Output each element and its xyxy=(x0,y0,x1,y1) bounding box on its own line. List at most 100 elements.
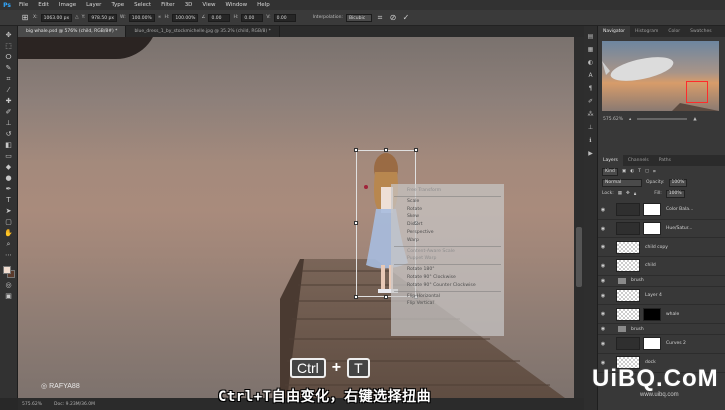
visibility-eye-icon[interactable]: ◉ xyxy=(598,226,608,232)
lock-pixels-icon[interactable]: ▦ xyxy=(618,191,622,196)
info-panel-icon[interactable]: ℹ xyxy=(586,136,595,145)
reference-point-icon[interactable]: ⊞ xyxy=(20,13,30,23)
zoom-readout[interactable]: 575.62% xyxy=(22,402,42,407)
visibility-eye-icon[interactable]: ◉ xyxy=(598,326,608,332)
layer-mask-thumbnail[interactable] xyxy=(643,222,661,236)
delta-icon[interactable]: △ xyxy=(75,15,78,20)
context-menu-item[interactable]: Skew xyxy=(391,213,504,221)
tab-histogram[interactable]: Histogram xyxy=(630,26,663,37)
context-menu-item[interactable]: Flip Vertical xyxy=(391,300,504,308)
hand-tool-icon[interactable]: ✋ xyxy=(3,228,15,238)
paragraph-panel-icon[interactable]: ¶ xyxy=(586,84,595,93)
eyedropper-tool-icon[interactable]: ⁄ xyxy=(3,85,15,95)
filter-pixel-icon[interactable]: ▣ xyxy=(622,169,626,174)
menu-select[interactable]: Select xyxy=(129,2,156,8)
transform-handle-left[interactable] xyxy=(354,221,358,225)
zoom-out-icon[interactable]: ▴ xyxy=(629,117,631,122)
tab-layers[interactable]: Layers xyxy=(598,155,623,166)
transform-handle-bottom-left[interactable] xyxy=(354,295,358,299)
tab-navigator[interactable]: Navigator xyxy=(598,26,631,37)
layer-row[interactable]: ◉ child xyxy=(598,257,725,276)
layer-row[interactable]: ◉ brush xyxy=(598,276,725,287)
brush-tool-icon[interactable]: ✐ xyxy=(3,107,15,117)
eraser-tool-icon[interactable]: ◧ xyxy=(3,140,15,150)
move-tool-icon[interactable]: ✥ xyxy=(3,30,15,40)
visibility-eye-icon[interactable]: ◉ xyxy=(598,311,608,317)
context-menu-item[interactable]: Rotate xyxy=(391,206,504,214)
layer-mask-thumbnail[interactable] xyxy=(643,337,661,351)
tab-blue-dress[interactable]: blue_dress_1_by_stockmichelle.jpg @ 35.2… xyxy=(126,26,280,37)
layer-thumbnail[interactable] xyxy=(616,337,640,351)
filter-adjust-icon[interactable]: ◐ xyxy=(630,169,634,174)
shape-tool-icon[interactable]: ▢ xyxy=(3,217,15,227)
transform-handle-top-right[interactable] xyxy=(414,148,418,152)
lasso-tool-icon[interactable]: ⵔ xyxy=(3,52,15,62)
layer-thumbnail[interactable] xyxy=(616,259,640,273)
y-input[interactable]: 978.50 px xyxy=(88,13,118,22)
history-panel-icon[interactable]: ▤ xyxy=(586,32,595,41)
clone-stamp-tool-icon[interactable]: ⊥ xyxy=(3,118,15,128)
blur-tool-icon[interactable]: ◆ xyxy=(3,162,15,172)
menu-filter[interactable]: Filter xyxy=(156,2,180,8)
filter-smart-icon[interactable]: ⌗ xyxy=(653,169,656,175)
context-menu-item[interactable]: Rotate 180° xyxy=(391,266,504,274)
foreground-color-swatch[interactable] xyxy=(2,266,11,274)
layer-thumbnail[interactable] xyxy=(616,222,640,236)
layer-row[interactable]: ◉ brush xyxy=(598,324,725,336)
marquee-tool-icon[interactable]: ⬚ xyxy=(3,41,15,51)
visibility-eye-icon[interactable]: ◉ xyxy=(598,263,608,269)
dodge-tool-icon[interactable]: ● xyxy=(3,173,15,183)
lock-all-icon[interactable]: 🔒︎ xyxy=(634,191,636,197)
filter-shape-icon[interactable]: ▢ xyxy=(645,169,649,174)
document-canvas[interactable]: Free Transform Scale Rotate Skew Distort Pers… xyxy=(18,37,574,398)
lock-position-icon[interactable]: ✥ xyxy=(626,191,630,196)
visibility-eye-icon[interactable]: ◉ xyxy=(598,207,608,213)
layer-thumbnail[interactable] xyxy=(616,307,640,321)
layer-row[interactable]: ◉ child copy xyxy=(598,238,725,258)
layer-kind-select[interactable]: Kind xyxy=(602,167,618,176)
layer-row[interactable]: ◉ Color Bala... xyxy=(598,201,725,220)
visibility-eye-icon[interactable]: ◉ xyxy=(598,293,608,299)
fill-input[interactable]: 100% xyxy=(665,189,685,198)
character-panel-icon[interactable]: A xyxy=(586,71,595,80)
layer-thumbnail[interactable] xyxy=(616,240,640,254)
color-swatches[interactable] xyxy=(2,265,16,279)
adjustments-panel-icon[interactable]: ◐ xyxy=(586,58,595,67)
properties-panel-icon[interactable]: ▦ xyxy=(586,45,595,54)
layer-thumbnail[interactable] xyxy=(616,203,640,217)
menu-window[interactable]: Window xyxy=(220,2,252,8)
screen-mode-icon[interactable]: ▣ xyxy=(3,291,15,301)
layer-mask-thumbnail[interactable] xyxy=(643,203,661,217)
layer-row[interactable]: ◉ whale xyxy=(598,305,725,325)
actions-panel-icon[interactable]: ▶ xyxy=(586,149,595,158)
interpolation-select[interactable]: Bicubic xyxy=(345,13,372,22)
menu-view[interactable]: View xyxy=(197,2,220,8)
tab-big-whale[interactable]: big whale.psd @ 576% (child, RGB/8#) * xyxy=(18,26,127,37)
layer-row[interactable]: ◉ Hue/Satur... xyxy=(598,220,725,239)
transform-handle-bottom[interactable] xyxy=(384,295,388,299)
warp-mode-icon[interactable]: ⌗ xyxy=(375,13,385,23)
width-input[interactable]: 100.00% xyxy=(128,13,155,22)
healing-brush-tool-icon[interactable]: ✚ xyxy=(3,96,15,106)
menu-3d[interactable]: 3D xyxy=(180,2,198,8)
menu-help[interactable]: Help xyxy=(252,2,275,8)
menu-file[interactable]: File xyxy=(14,2,33,8)
navigator-zoom-value[interactable]: 575.62% xyxy=(603,117,623,122)
cancel-transform-icon[interactable]: ⊘ xyxy=(388,13,398,23)
menu-edit[interactable]: Edit xyxy=(33,2,54,8)
tab-swatches[interactable]: Swatches xyxy=(685,26,717,37)
filter-type-icon[interactable]: T xyxy=(638,169,641,174)
crop-tool-icon[interactable]: ⌗ xyxy=(3,74,15,84)
tab-channels[interactable]: Channels xyxy=(623,155,654,166)
opacity-input[interactable]: 100% xyxy=(668,178,688,187)
visibility-eye-icon[interactable]: ◉ xyxy=(598,341,608,347)
link-icon[interactable]: ∞ xyxy=(158,15,162,20)
context-menu-item[interactable]: Perspective xyxy=(391,229,504,237)
quick-select-tool-icon[interactable]: ✎ xyxy=(3,63,15,73)
layer-thumbnail[interactable] xyxy=(616,289,640,303)
context-menu-item[interactable]: Warp xyxy=(391,237,504,245)
menu-type[interactable]: Type xyxy=(106,2,129,8)
context-menu-item[interactable]: Distort xyxy=(391,221,504,229)
tab-paths[interactable]: Paths xyxy=(654,155,676,166)
menu-layer[interactable]: Layer xyxy=(81,2,106,8)
